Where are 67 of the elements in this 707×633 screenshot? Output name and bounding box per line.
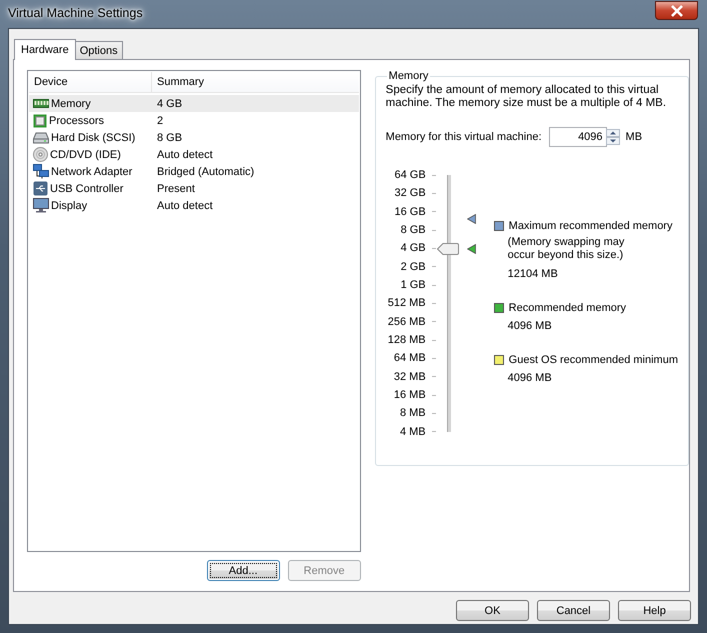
- unit-label: MB: [626, 131, 642, 143]
- device-name: Network Adapter: [51, 166, 132, 178]
- tick-label: 512 MB: [388, 297, 426, 310]
- tab[interactable]: Options: [74, 41, 123, 59]
- device-summary: Bridged (Automatic): [156, 166, 254, 178]
- spin-arrows-icon[interactable]: [606, 129, 620, 145]
- legend-label: Recommended memory: [508, 302, 626, 314]
- device-name: Processors: [49, 114, 104, 126]
- description: Specify the amount of memory allocated to this virtual machine. The memory size must be a multiple of 4 MB.: [386, 84, 668, 110]
- device-name: CD/DVD (IDE): [50, 148, 121, 160]
- memory-field[interactable]: 4096: [548, 127, 607, 147]
- device-button[interactable]: Add...: [206, 560, 280, 581]
- legend-value: 4096 MB: [508, 372, 553, 384]
- tab[interactable]: Hardware: [14, 39, 76, 60]
- device-row[interactable]: Hard Disk (SCSI) 8 GB: [29, 129, 359, 146]
- device-summary: 4 GB: [156, 98, 182, 110]
- device-summary: 8 GB: [156, 132, 182, 144]
- monitor-icon: [33, 198, 49, 213]
- device-summary: Present: [156, 182, 195, 194]
- memory-chip-icon: [33, 98, 49, 109]
- device-row[interactable]: Display Auto detect: [29, 197, 359, 214]
- tick-label: 64 GB: [394, 169, 426, 181]
- device-summary: 2: [156, 114, 164, 126]
- field-label: Memory for this virtual machine:: [386, 131, 542, 143]
- legend-label: Maximum recommended memory: [508, 220, 672, 232]
- tick-label: 32 MB: [394, 370, 426, 383]
- column-header[interactable]: Device: [29, 72, 152, 92]
- disc-icon: [33, 147, 48, 162]
- window-title: Virtual Machine Settings: [8, 6, 143, 20]
- dialog-button[interactable]: Cancel: [537, 600, 610, 621]
- device-name: Display: [51, 200, 88, 212]
- device-row[interactable]: Network Adapter Bridged (Automatic): [29, 163, 359, 180]
- tick-label: 1 GB: [400, 279, 426, 292]
- tick-label: 64 MB: [394, 352, 426, 364]
- tick-label: 8 MB: [400, 407, 426, 420]
- tick-label: 8 GB: [400, 224, 426, 236]
- tick-label: 4 MB: [400, 426, 426, 438]
- device-row[interactable]: Processors 2: [29, 112, 359, 129]
- device-name: Memory: [51, 98, 91, 110]
- processor-icon: [33, 114, 47, 128]
- tick-label: 2 GB: [400, 260, 426, 273]
- tick-label: 16 GB: [394, 206, 426, 218]
- device-row[interactable]: USB Controller Present: [29, 180, 359, 197]
- dialog-button[interactable]: OK: [456, 600, 529, 621]
- legend-value: 12104 MB: [508, 268, 559, 280]
- device-name: Hard Disk (SCSI): [51, 132, 136, 144]
- close-icon[interactable]: [670, 4, 684, 16]
- dialog-button[interactable]: Help: [618, 600, 691, 621]
- close-button[interactable]: [655, 1, 698, 20]
- device-name: USB Controller: [50, 182, 124, 194]
- device-row[interactable]: CD/DVD (IDE) Auto detect: [29, 146, 359, 163]
- usb-icon: [33, 181, 48, 196]
- device-summary: Auto detect: [156, 200, 213, 212]
- legend-label: Guest OS recommended minimum: [508, 354, 678, 366]
- legend-note: (Memory swapping may occur beyond this size.): [508, 236, 626, 262]
- slider-thumb[interactable]: [436, 242, 459, 254]
- device-summary: Auto detect: [156, 148, 213, 160]
- tick-label: 4 GB: [400, 242, 426, 254]
- column-header[interactable]: Summary: [152, 72, 204, 92]
- device-row[interactable]: Memory 4 GB: [29, 95, 359, 112]
- tick-label: 32 GB: [394, 187, 426, 200]
- network-icon: [33, 164, 49, 179]
- tick-label: 128 MB: [388, 334, 426, 346]
- group-title: Memory: [388, 70, 430, 82]
- legend-value: 4096 MB: [508, 320, 553, 332]
- tick-label: 16 MB: [394, 389, 426, 402]
- tick-label: 256 MB: [388, 316, 426, 328]
